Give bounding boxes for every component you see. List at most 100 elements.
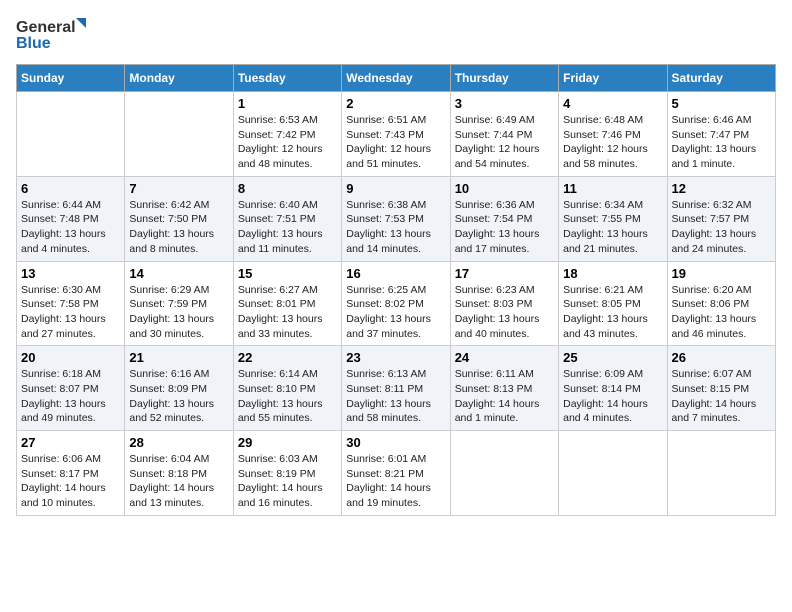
- day-number: 26: [672, 350, 771, 365]
- calendar-cell: 1 Sunrise: 6:53 AMSunset: 7:42 PMDaylight…: [233, 92, 341, 177]
- day-info: Sunrise: 6:04 AMSunset: 8:18 PMDaylight:…: [129, 452, 228, 511]
- calendar-cell: 7 Sunrise: 6:42 AMSunset: 7:50 PMDaylight…: [125, 176, 233, 261]
- calendar-cell: [667, 431, 775, 516]
- calendar-cell: 20Sunrise: 6:18 AMSunset: 8:07 PMDayligh…: [17, 346, 125, 431]
- day-number: 19: [672, 266, 771, 281]
- day-number: 21: [129, 350, 228, 365]
- col-header-saturday: Saturday: [667, 65, 775, 92]
- calendar-cell: 27 Sunrise: 6:06 AMSunset: 8:17 PMDayligh…: [17, 431, 125, 516]
- day-number: 5: [672, 96, 771, 111]
- day-number: 17: [455, 266, 554, 281]
- calendar-cell: [125, 92, 233, 177]
- calendar-cell: 5 Sunrise: 6:46 AMSunset: 7:47 PMDaylight…: [667, 92, 775, 177]
- calendar-cell: 13 Sunrise: 6:30 AMSunset: 7:58 PMDayligh…: [17, 261, 125, 346]
- calendar-cell: 19 Sunrise: 6:20 AMSunset: 8:06 PMDayligh…: [667, 261, 775, 346]
- calendar-cell: 23 Sunrise: 6:13 AMSunset: 8:11 PMDayligh…: [342, 346, 450, 431]
- day-number: 22: [238, 350, 337, 365]
- col-header-sunday: Sunday: [17, 65, 125, 92]
- day-number: 2: [346, 96, 445, 111]
- calendar-cell: 9 Sunrise: 6:38 AMSunset: 7:53 PMDaylight…: [342, 176, 450, 261]
- col-header-wednesday: Wednesday: [342, 65, 450, 92]
- calendar-cell: [17, 92, 125, 177]
- day-info: Sunrise: 6:46 AMSunset: 7:47 PMDaylight:…: [672, 113, 771, 172]
- calendar-cell: 10 Sunrise: 6:36 AMSunset: 7:54 PMDayligh…: [450, 176, 558, 261]
- day-info: Sunrise: 6:44 AMSunset: 7:48 PMDaylight:…: [21, 198, 120, 257]
- day-info: Sunrise: 6:29 AMSunset: 7:59 PMDaylight:…: [129, 283, 228, 342]
- page-header: GeneralBlue: [16, 16, 776, 52]
- day-info: Sunrise: 6:20 AMSunset: 8:06 PMDaylight:…: [672, 283, 771, 342]
- col-header-monday: Monday: [125, 65, 233, 92]
- day-number: 6: [21, 181, 120, 196]
- calendar-cell: [559, 431, 667, 516]
- day-info: Sunrise: 6:36 AMSunset: 7:54 PMDaylight:…: [455, 198, 554, 257]
- calendar-table: SundayMondayTuesdayWednesdayThursdayFrid…: [16, 64, 776, 516]
- calendar-cell: 8 Sunrise: 6:40 AMSunset: 7:51 PMDaylight…: [233, 176, 341, 261]
- day-number: 28: [129, 435, 228, 450]
- calendar-cell: 11Sunrise: 6:34 AMSunset: 7:55 PMDayligh…: [559, 176, 667, 261]
- day-info: Sunrise: 6:34 AMSunset: 7:55 PMDaylight:…: [563, 198, 662, 257]
- calendar-cell: 28 Sunrise: 6:04 AMSunset: 8:18 PMDayligh…: [125, 431, 233, 516]
- day-info: Sunrise: 6:38 AMSunset: 7:53 PMDaylight:…: [346, 198, 445, 257]
- day-number: 13: [21, 266, 120, 281]
- calendar-cell: 16 Sunrise: 6:25 AMSunset: 8:02 PMDayligh…: [342, 261, 450, 346]
- calendar-cell: 17 Sunrise: 6:23 AMSunset: 8:03 PMDayligh…: [450, 261, 558, 346]
- calendar-cell: 26 Sunrise: 6:07 AMSunset: 8:15 PMDayligh…: [667, 346, 775, 431]
- day-number: 12: [672, 181, 771, 196]
- day-info: Sunrise: 6:30 AMSunset: 7:58 PMDaylight:…: [21, 283, 120, 342]
- day-info: Sunrise: 6:09 AMSunset: 8:14 PMDaylight:…: [563, 367, 662, 426]
- day-info: Sunrise: 6:23 AMSunset: 8:03 PMDaylight:…: [455, 283, 554, 342]
- day-info: Sunrise: 6:42 AMSunset: 7:50 PMDaylight:…: [129, 198, 228, 257]
- day-info: Sunrise: 6:48 AMSunset: 7:46 PMDaylight:…: [563, 113, 662, 172]
- day-info: Sunrise: 6:11 AMSunset: 8:13 PMDaylight:…: [455, 367, 554, 426]
- svg-text:General: General: [16, 19, 76, 36]
- day-number: 23: [346, 350, 445, 365]
- day-number: 7: [129, 181, 228, 196]
- day-info: Sunrise: 6:21 AMSunset: 8:05 PMDaylight:…: [563, 283, 662, 342]
- day-number: 1: [238, 96, 337, 111]
- col-header-tuesday: Tuesday: [233, 65, 341, 92]
- day-number: 24: [455, 350, 554, 365]
- calendar-cell: 21 Sunrise: 6:16 AMSunset: 8:09 PMDayligh…: [125, 346, 233, 431]
- day-info: Sunrise: 6:51 AMSunset: 7:43 PMDaylight:…: [346, 113, 445, 172]
- calendar-header-row: SundayMondayTuesdayWednesdayThursdayFrid…: [17, 65, 776, 92]
- logo-svg: GeneralBlue: [16, 16, 86, 52]
- day-number: 27: [21, 435, 120, 450]
- col-header-friday: Friday: [559, 65, 667, 92]
- day-info: Sunrise: 6:32 AMSunset: 7:57 PMDaylight:…: [672, 198, 771, 257]
- calendar-cell: 25 Sunrise: 6:09 AMSunset: 8:14 PMDayligh…: [559, 346, 667, 431]
- day-number: 15: [238, 266, 337, 281]
- day-number: 3: [455, 96, 554, 111]
- day-number: 18: [563, 266, 662, 281]
- day-info: Sunrise: 6:25 AMSunset: 8:02 PMDaylight:…: [346, 283, 445, 342]
- calendar-cell: 15 Sunrise: 6:27 AMSunset: 8:01 PMDayligh…: [233, 261, 341, 346]
- calendar-cell: 14 Sunrise: 6:29 AMSunset: 7:59 PMDayligh…: [125, 261, 233, 346]
- day-info: Sunrise: 6:18 AMSunset: 8:07 PMDaylight:…: [21, 367, 120, 426]
- calendar-cell: 2 Sunrise: 6:51 AMSunset: 7:43 PMDaylight…: [342, 92, 450, 177]
- calendar-week-row: 20Sunrise: 6:18 AMSunset: 8:07 PMDayligh…: [17, 346, 776, 431]
- day-number: 14: [129, 266, 228, 281]
- col-header-thursday: Thursday: [450, 65, 558, 92]
- day-number: 16: [346, 266, 445, 281]
- day-number: 25: [563, 350, 662, 365]
- calendar-week-row: 6 Sunrise: 6:44 AMSunset: 7:48 PMDaylight…: [17, 176, 776, 261]
- calendar-cell: 29 Sunrise: 6:03 AMSunset: 8:19 PMDayligh…: [233, 431, 341, 516]
- calendar-cell: 30Sunrise: 6:01 AMSunset: 8:21 PMDayligh…: [342, 431, 450, 516]
- day-info: Sunrise: 6:07 AMSunset: 8:15 PMDaylight:…: [672, 367, 771, 426]
- day-info: Sunrise: 6:53 AMSunset: 7:42 PMDaylight:…: [238, 113, 337, 172]
- day-info: Sunrise: 6:16 AMSunset: 8:09 PMDaylight:…: [129, 367, 228, 426]
- calendar-cell: 6 Sunrise: 6:44 AMSunset: 7:48 PMDaylight…: [17, 176, 125, 261]
- calendar-week-row: 13 Sunrise: 6:30 AMSunset: 7:58 PMDayligh…: [17, 261, 776, 346]
- day-info: Sunrise: 6:13 AMSunset: 8:11 PMDaylight:…: [346, 367, 445, 426]
- day-number: 29: [238, 435, 337, 450]
- day-info: Sunrise: 6:27 AMSunset: 8:01 PMDaylight:…: [238, 283, 337, 342]
- calendar-cell: 3Sunrise: 6:49 AMSunset: 7:44 PMDaylight…: [450, 92, 558, 177]
- day-number: 10: [455, 181, 554, 196]
- day-number: 4: [563, 96, 662, 111]
- day-info: Sunrise: 6:03 AMSunset: 8:19 PMDaylight:…: [238, 452, 337, 511]
- day-number: 9: [346, 181, 445, 196]
- calendar-cell: [450, 431, 558, 516]
- calendar-cell: 24 Sunrise: 6:11 AMSunset: 8:13 PMDayligh…: [450, 346, 558, 431]
- day-number: 8: [238, 181, 337, 196]
- day-info: Sunrise: 6:06 AMSunset: 8:17 PMDaylight:…: [21, 452, 120, 511]
- day-info: Sunrise: 6:40 AMSunset: 7:51 PMDaylight:…: [238, 198, 337, 257]
